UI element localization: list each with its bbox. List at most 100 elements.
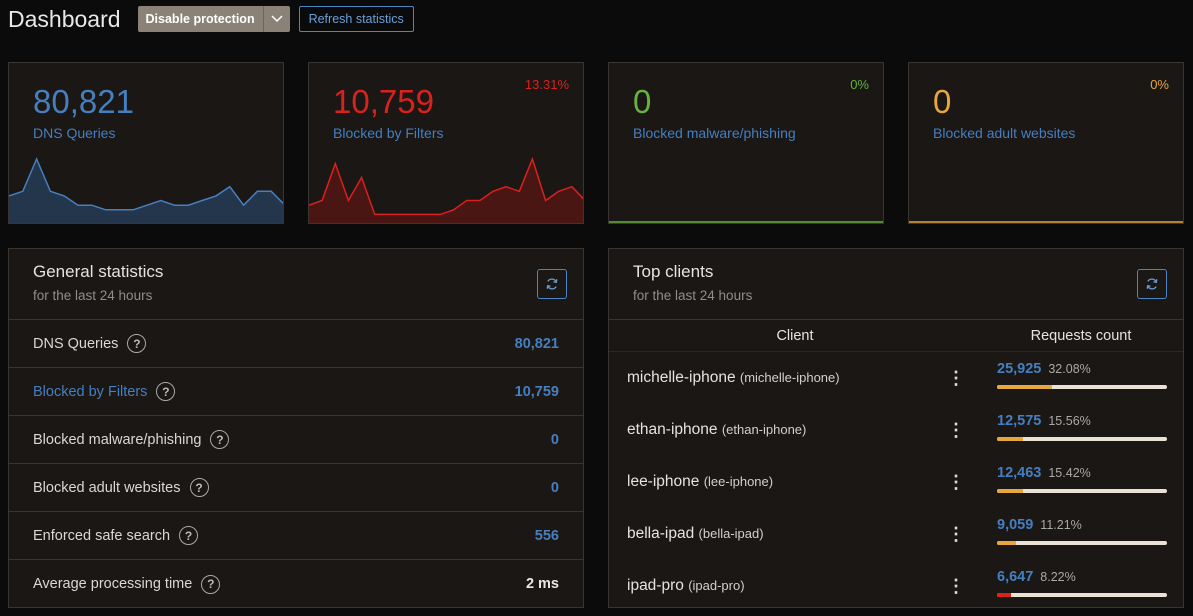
disable-protection-button[interactable]: Disable protection xyxy=(137,6,290,32)
more-options-icon[interactable]: ⋮ xyxy=(947,525,965,543)
count-percent: 15.56% xyxy=(1048,414,1091,428)
count-value: 12,463 xyxy=(997,465,1042,481)
progress-fill xyxy=(997,385,1052,389)
disable-protection-label[interactable]: Disable protection xyxy=(138,6,263,32)
request-count: 6,647 8.22% xyxy=(997,569,1076,585)
general-statistics-panel: General statistics for the last 24 hours… xyxy=(8,248,584,608)
help-icon[interactable]: ? xyxy=(156,382,176,401)
stat-name: Average processing time? xyxy=(33,574,221,594)
count-percent: 8.22% xyxy=(1040,570,1076,584)
progress-fill xyxy=(997,437,1024,441)
stat-row: Blocked adult websites? 0 xyxy=(9,464,583,512)
stat-value: 0 xyxy=(550,479,559,496)
count-percent: 15.42% xyxy=(1048,466,1091,480)
stat-name: Blocked malware/phishing? xyxy=(33,430,230,449)
top-clients-panel: Top clients for the last 24 hours Client… xyxy=(608,248,1184,608)
stat-label: Blocked malware/phishing xyxy=(33,431,202,448)
card-label: DNS Queries xyxy=(33,125,116,141)
client-label[interactable]: ipad-pro xyxy=(627,577,684,594)
more-options-icon[interactable]: ⋮ xyxy=(947,577,965,595)
stat-row: Average processing time? 2 ms xyxy=(9,560,583,607)
help-icon[interactable]: ? xyxy=(179,526,199,545)
panel-header: General statistics for the last 24 hours xyxy=(9,249,583,320)
toolbar: Dashboard Disable protection Refresh sta… xyxy=(8,4,414,34)
help-icon[interactable]: ? xyxy=(210,430,230,449)
client-label[interactable]: bella-ipad xyxy=(627,525,694,542)
table-row: ipad-pro (ipad-pro) ⋮ 6,647 8.22% xyxy=(609,560,1183,607)
stat-row: Enforced safe search? 556 xyxy=(9,512,583,560)
client-name[interactable]: michelle-iphone (michelle-iphone) xyxy=(627,369,840,387)
more-options-icon[interactable]: ⋮ xyxy=(947,473,965,491)
stat-row: Blocked by Filters? 10,759 xyxy=(9,368,583,416)
stat-value: 10,759 xyxy=(514,383,559,400)
stat-value: 2 ms xyxy=(525,576,559,592)
client-label[interactable]: michelle-iphone xyxy=(627,369,736,386)
refresh-icon[interactable] xyxy=(1137,269,1167,299)
client-name[interactable]: ethan-iphone (ethan-iphone) xyxy=(627,421,806,439)
help-icon[interactable]: ? xyxy=(189,478,209,497)
refresh-statistics-button[interactable]: Refresh statistics xyxy=(298,6,414,32)
client-id: (michelle-iphone) xyxy=(739,370,840,385)
card-blocked-filters: 10,759 Blocked by Filters 13.31% xyxy=(308,62,584,224)
table-row: ethan-iphone (ethan-iphone) ⋮ 12,575 15.56% xyxy=(609,404,1183,456)
help-icon[interactable]: ? xyxy=(127,334,147,353)
stat-label: Enforced safe search xyxy=(33,527,171,544)
panel-title: Top clients xyxy=(633,262,714,281)
card-value: 0 xyxy=(633,83,652,120)
column-client[interactable]: Client xyxy=(609,328,981,344)
table-row: bella-ipad (bella-ipad) ⋮ 9,059 11.21% xyxy=(609,508,1183,560)
card-dns-queries: 80,821 DNS Queries xyxy=(8,62,284,224)
card-value: 10,759 xyxy=(333,83,434,120)
client-id: (ipad-pro) xyxy=(688,578,745,593)
stat-name: DNS Queries? xyxy=(33,334,147,353)
progress-bar xyxy=(997,437,1167,441)
card-label: Blocked by Filters xyxy=(333,125,444,141)
table-row: michelle-iphone (michelle-iphone) ⋮ 25,925… xyxy=(609,352,1183,404)
progress-fill xyxy=(997,593,1011,597)
count-value: 25,925 xyxy=(997,361,1042,377)
request-count: 12,575 15.56% xyxy=(997,413,1091,429)
stat-value: 80,821 xyxy=(514,335,559,352)
progress-bar xyxy=(997,489,1167,493)
panel-title: General statistics xyxy=(33,262,164,281)
refresh-icon[interactable] xyxy=(537,269,567,299)
card-value: 0 xyxy=(933,83,952,120)
stat-name: Blocked adult websites? xyxy=(33,478,209,497)
table-row: lee-iphone (lee-iphone) ⋮ 12,463 15.42% xyxy=(609,456,1183,508)
progress-bar xyxy=(997,541,1167,545)
panel-header: Top clients for the last 24 hours xyxy=(609,249,1183,320)
stat-label: DNS Queries xyxy=(33,335,119,352)
progress-bar xyxy=(997,385,1167,389)
panel-subtitle: for the last 24 hours xyxy=(633,288,753,303)
stat-row: DNS Queries? 80,821 xyxy=(9,320,583,368)
card-blocked-malware: 0 Blocked malware/phishing 0% xyxy=(608,62,884,224)
more-options-icon[interactable]: ⋮ xyxy=(947,369,965,387)
help-icon[interactable]: ? xyxy=(201,574,221,594)
sparkline-blocked-malware xyxy=(609,221,883,223)
stat-value: 556 xyxy=(534,527,559,544)
count-percent: 11.21% xyxy=(1040,518,1082,532)
client-label[interactable]: ethan-iphone xyxy=(627,421,718,438)
stat-label: Average processing time xyxy=(33,576,193,592)
card-percent: 0% xyxy=(1150,77,1169,92)
count-value: 12,575 xyxy=(997,413,1042,429)
more-options-icon[interactable]: ⋮ xyxy=(947,421,965,439)
client-name[interactable]: bella-ipad (bella-ipad) xyxy=(627,525,764,543)
chevron-down-icon[interactable] xyxy=(262,6,290,32)
column-requests[interactable]: Requests count xyxy=(981,328,1181,344)
card-value: 80,821 xyxy=(33,83,134,120)
stat-name[interactable]: Blocked by Filters? xyxy=(33,382,176,401)
count-percent: 32.08% xyxy=(1048,362,1091,376)
stat-row: Blocked malware/phishing? 0 xyxy=(9,416,583,464)
client-label[interactable]: lee-iphone xyxy=(627,473,699,490)
progress-fill xyxy=(997,541,1017,545)
stat-label[interactable]: Blocked by Filters xyxy=(33,384,147,400)
count-value: 6,647 xyxy=(997,569,1034,585)
client-list: michelle-iphone (michelle-iphone) ⋮ 25,925… xyxy=(609,352,1183,607)
client-name[interactable]: ipad-pro (ipad-pro) xyxy=(627,577,745,595)
table-header: Client Requests count xyxy=(609,320,1183,352)
sparkline-blocked-filters xyxy=(309,156,583,223)
stat-value: 0 xyxy=(550,431,559,448)
client-name[interactable]: lee-iphone (lee-iphone) xyxy=(627,473,773,491)
client-id: (lee-iphone) xyxy=(703,474,774,489)
